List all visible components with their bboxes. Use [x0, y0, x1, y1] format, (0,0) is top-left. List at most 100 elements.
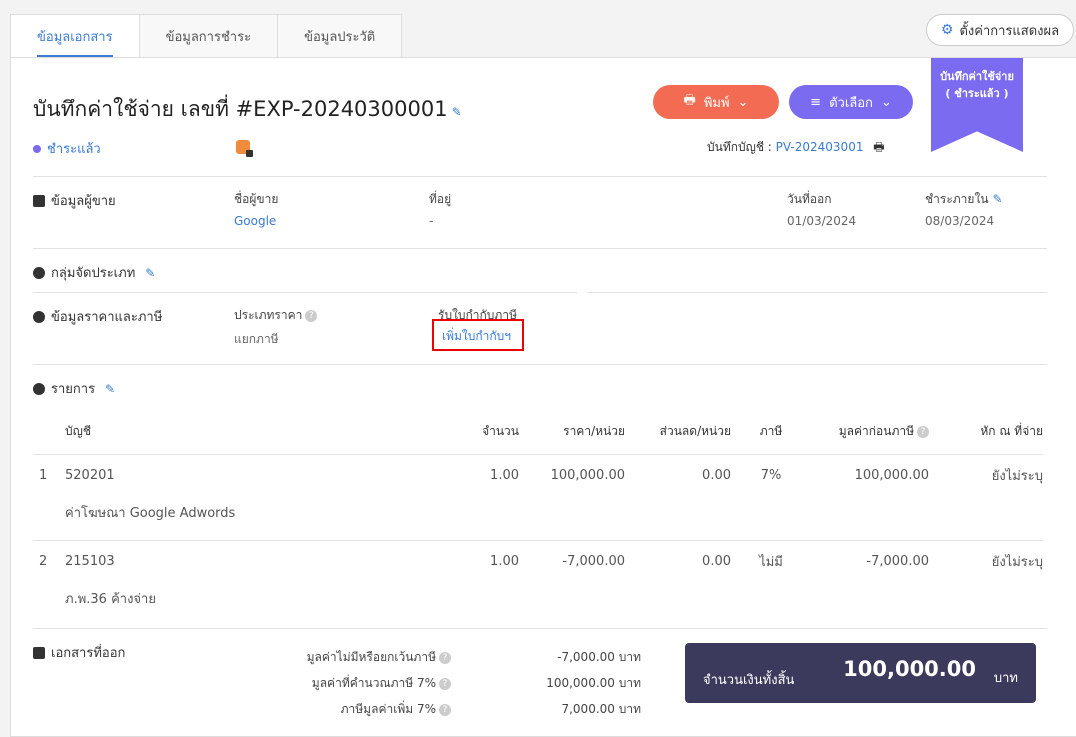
price-type-label: ประเภทราคา? [234, 306, 318, 325]
price-cell: -7,000.00 [519, 539, 625, 582]
vendor-section-title: ข้อมูลผู้ขาย [51, 194, 116, 209]
due-date-label-text: ชำระภายใน [925, 192, 989, 206]
discount-cell: 0.00 [625, 453, 731, 496]
tax-section-title: ข้อมูลราคาและภาษี [51, 310, 163, 325]
column-header-price: ราคา/หน่วย [563, 424, 625, 439]
journal-link[interactable]: PV-202403001 [776, 140, 864, 154]
non-vat-label-text: มูลค่าไม่มีหรือยกเว้นภาษี [306, 650, 436, 664]
tab-label: ข้อมูลเอกสาร [37, 26, 113, 57]
grand-total-unit: บาท [993, 671, 1018, 686]
status-dot-icon [33, 144, 41, 153]
help-icon[interactable]: ? [917, 425, 929, 438]
account-code: 215103 [65, 539, 449, 582]
divider [33, 292, 577, 293]
divider [33, 364, 1047, 365]
percent-icon [33, 310, 45, 323]
issued-docs-heading: เอกสารที่ออก [33, 642, 125, 663]
address-label: ที่อยู่ [429, 192, 452, 206]
column-header-qty: จำนวน [482, 424, 519, 439]
edit-pencil-icon[interactable]: ✎ [452, 105, 462, 119]
chevron-down-icon: ⌄ [737, 94, 749, 110]
table-row-description: ค่าโฆษณา Google Adwords [33, 496, 1043, 540]
tab-history-info[interactable]: ข้อมูลประวัติ [277, 14, 403, 58]
vat-base-label: มูลค่าที่คำนวณภาษี 7%? [251, 674, 451, 693]
category-section-title: กลุ่มจัดประเภท [51, 266, 136, 281]
options-button[interactable]: ≡ ตัวเลือก ⌄ [789, 85, 913, 119]
divider [587, 292, 1047, 293]
vat-cell: ไม่มี [731, 539, 811, 582]
non-vat-label: มูลค่าไม่มีหรือยกเว้นภาษี? [251, 648, 451, 667]
issue-date-label: วันที่ออก [787, 192, 832, 206]
due-date-value: 08/03/2024 [925, 214, 995, 228]
vat-label-text: ภาษีมูลค่าเพิ่ม 7% [340, 702, 436, 716]
print-label: พิมพ์ [703, 95, 730, 111]
divider [33, 628, 1047, 629]
vat-cell: 7% [731, 453, 811, 496]
journal-label: บันทึกบัญชี : [707, 140, 772, 154]
chevron-down-icon: ⌄ [880, 94, 892, 110]
options-label: ตัวเลือก [829, 95, 873, 111]
help-icon[interactable]: ? [439, 677, 451, 690]
wht-cell: ยังไม่ระบุ [929, 539, 1043, 582]
due-date-label: ชำระภายใน ✎ [925, 190, 1003, 209]
vat-label: ภาษีมูลค่าเพิ่ม 7%? [251, 700, 451, 719]
price-cell: 100,000.00 [519, 453, 625, 496]
divider [33, 248, 1047, 249]
vat-base-label-text: มูลค่าที่คำนวณภาษี 7% [311, 676, 436, 690]
non-vat-value: -7,000.00 บาท [557, 650, 641, 664]
price-type-value: แยกภาษี [234, 332, 279, 346]
items-section-title: รายการ [51, 382, 96, 397]
discount-cell: 0.00 [625, 539, 731, 582]
page-title: บันทึกค่าใช้จ่าย เลขที่ #EXP-20240300001… [33, 93, 462, 126]
table-row: 1 520201 1.00 100,000.00 0.00 7% 100,000… [33, 453, 1043, 496]
vendor-name-label: ชื่อผู้ขาย [234, 192, 279, 206]
tab-document-info[interactable]: ข้อมูลเอกสาร [10, 14, 140, 59]
vendor-name-link[interactable]: Google [234, 214, 276, 228]
qty-cell: 1.00 [449, 539, 519, 582]
vat-value: 7,000.00 บาท [561, 702, 641, 716]
print-button[interactable]: 🖶 พิมพ์ ⌄ [653, 85, 779, 119]
grand-total-box: จำนวนเงินทั้งสิ้น 100,000.00 บาท [685, 643, 1036, 703]
items-section-heading: รายการ ✎ [33, 378, 115, 399]
edit-pencil-icon[interactable]: ✎ [105, 382, 115, 396]
issued-docs-title: เอกสารที่ออก [51, 646, 126, 661]
items-table: บัญชี จำนวน ราคา/หน่วย ส่วนลด/หน่วย ภาษี… [33, 410, 1043, 626]
help-icon[interactable]: ? [439, 703, 451, 716]
printer-icon[interactable]: 🖶 [873, 140, 884, 154]
ribbon-status: ( ชำระแล้ว ) [945, 87, 1009, 100]
divider [33, 176, 1047, 177]
tab-label: ข้อมูลประวัติ [304, 30, 376, 45]
category-section-heading: กลุ่มจัดประเภท ✎ [33, 262, 155, 283]
edit-pencil-icon[interactable]: ✎ [993, 192, 1003, 206]
issue-date-value: 01/03/2024 [787, 214, 857, 228]
row-number: 1 [33, 453, 65, 496]
price-type-label-text: ประเภทราคา [234, 308, 303, 322]
account-code: 520201 [65, 453, 449, 496]
pre-tax-cell: 100,000.00 [811, 453, 929, 496]
pre-tax-cell: -7,000.00 [811, 539, 929, 582]
help-icon[interactable]: ? [439, 651, 451, 664]
table-header-row: บัญชี จำนวน ราคา/หน่วย ส่วนลด/หน่วย ภาษี… [33, 410, 1043, 454]
display-settings-label: ตั้งค่าการแสดงผล [959, 23, 1060, 39]
document-card: บันทึกค่าใช้จ่าย เลขที่ #EXP-20240300001… [10, 57, 1076, 737]
building-icon [33, 194, 45, 207]
page-title-text: บันทึกค่าใช้จ่าย เลขที่ #EXP-20240300001 [33, 97, 448, 121]
tab-payment-info[interactable]: ข้อมูลการชำระ [138, 14, 279, 58]
column-header-vat: ภาษี [759, 424, 783, 439]
display-settings-button[interactable]: ⚙ ตั้งค่าการแสดงผล [926, 14, 1074, 46]
locked-document-icon [236, 140, 253, 157]
edit-pencil-icon[interactable]: ✎ [145, 266, 155, 280]
ribbon-title: บันทึกค่าใช้จ่าย [940, 70, 1014, 83]
help-icon[interactable]: ? [305, 309, 318, 322]
column-header-discount: ส่วนลด/หน่วย [659, 424, 731, 439]
tax-section-heading: ข้อมูลราคาและภาษี [33, 306, 162, 327]
vendor-section-heading: ข้อมูลผู้ขาย [33, 190, 116, 211]
tab-bar: ข้อมูลเอกสาร ข้อมูลการชำระ ข้อมูลประวัติ [10, 14, 403, 59]
status-text: ชำระแล้ว [47, 142, 101, 157]
table-row-description: ภ.พ.36 ค้างจ่าย [33, 582, 1043, 626]
vat-base-value: 100,000.00 บาท [546, 676, 641, 690]
column-header-wht: หัก ณ ที่จ่าย [980, 424, 1043, 439]
wht-cell: ยังไม่ระบุ [929, 453, 1043, 496]
journal-entry: บันทึกบัญชี : PV-202403001 🖶 [707, 138, 885, 159]
column-header-pre-tax-text: มูลค่าก่อนภาษี [838, 424, 914, 439]
